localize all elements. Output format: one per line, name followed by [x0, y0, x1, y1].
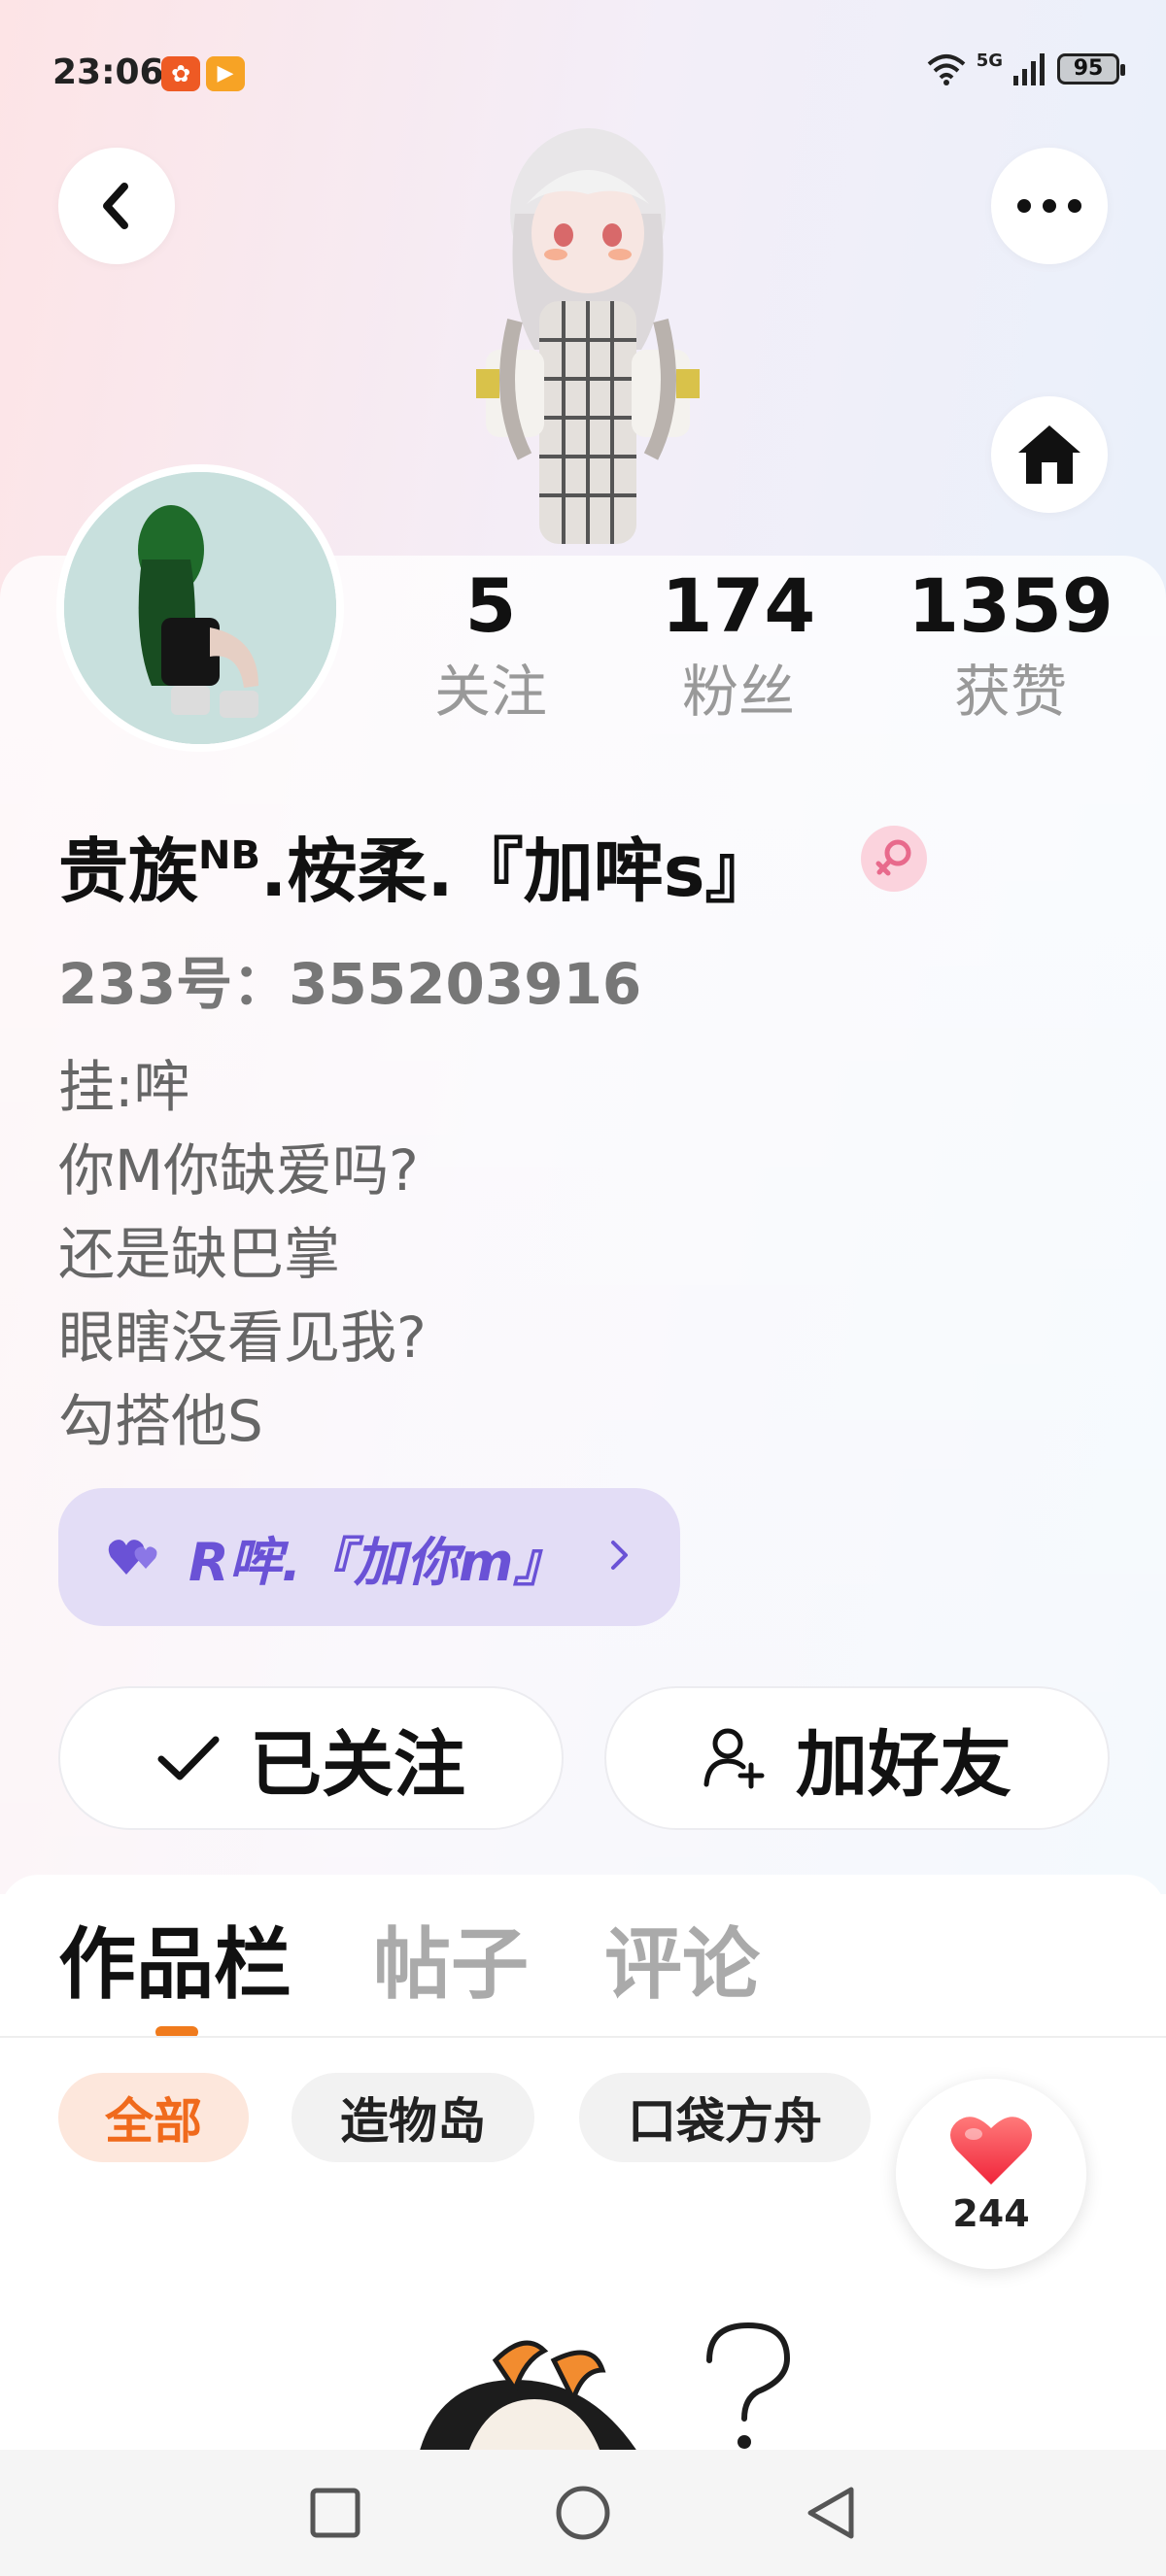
bio-line: 勾搭他S	[58, 1388, 263, 1454]
stat-followers[interactable]: 174 粉丝	[632, 561, 845, 729]
bio-line: 眼瞎没看见我?	[58, 1305, 427, 1371]
add-user-icon	[703, 1728, 765, 1789]
avatar-image	[64, 472, 336, 744]
more-dots-icon	[1017, 199, 1081, 213]
like-count: 244	[952, 2192, 1030, 2235]
stat-following-label: 关注	[433, 659, 547, 725]
tab-posts[interactable]: 帖子	[373, 1902, 529, 2015]
tabs-divider	[0, 2036, 1166, 2038]
like-button[interactable]: 244	[896, 2079, 1086, 2269]
bio-line: 挂:哰	[58, 1054, 190, 1120]
username: 贵族NB.桉柔.『加哰s』	[58, 814, 775, 916]
bio: 挂:哰 你M你缺爱吗? 还是缺巴掌 眼瞎没看见我? 勾搭他S	[58, 1045, 427, 1463]
back-triangle-icon	[807, 2487, 854, 2539]
avatar[interactable]	[56, 464, 344, 752]
chevron-left-icon	[103, 183, 128, 229]
filter-pocket-ark[interactable]: 口袋方舟	[579, 2073, 871, 2162]
tab-comments[interactable]: 评论	[604, 1902, 760, 2015]
battery-indicator: 95	[1057, 53, 1125, 85]
app-notification-icon: ✿	[161, 56, 200, 91]
heart-icon	[950, 2117, 1032, 2185]
back-button[interactable]	[58, 148, 175, 264]
add-friend-button[interactable]: 加好友	[604, 1686, 1110, 1830]
stat-likes-received[interactable]: 1359 获赞	[874, 561, 1147, 729]
check-icon	[157, 1736, 220, 1780]
video-app-icon: ▶	[206, 56, 245, 91]
more-button[interactable]	[991, 148, 1108, 264]
double-heart-icon	[108, 1540, 157, 1575]
stat-followers-label: 粉丝	[681, 659, 795, 725]
sticker-image	[418, 2322, 791, 2457]
bio-line: 还是缺巴掌	[58, 1221, 341, 1287]
stat-following[interactable]: 5 关注	[389, 561, 593, 729]
signal-icon	[1013, 53, 1045, 85]
filter-all[interactable]: 全部	[58, 2073, 249, 2162]
add-friend-button-label: 加好友	[796, 1722, 1012, 1807]
user-id: 233号：355203916	[58, 951, 642, 1017]
following-button-label: 已关注	[250, 1722, 465, 1807]
username-part2: .桉柔.『加哰s』	[259, 830, 775, 912]
wifi-icon	[927, 54, 966, 85]
status-icons: 5G 95	[926, 50, 1125, 85]
network-type: 5G	[976, 50, 1003, 71]
home-circle-icon	[556, 2486, 610, 2540]
bio-line: 你M你缺爱吗?	[58, 1137, 419, 1203]
system-navigation-bar	[0, 2450, 1166, 2576]
chevron-right-icon	[611, 1541, 628, 1570]
following-button[interactable]: 已关注	[58, 1686, 564, 1830]
recent-apps-button[interactable]	[292, 2469, 379, 2557]
stat-followers-value: 174	[661, 562, 816, 649]
home-nav-button[interactable]	[539, 2469, 627, 2557]
stat-following-value: 5	[464, 562, 517, 649]
back-nav-button[interactable]	[787, 2469, 874, 2557]
status-time: 23:06	[52, 52, 164, 92]
filter-creation-island[interactable]: 造物岛	[292, 2073, 534, 2162]
stat-likes-label: 获赞	[953, 659, 1067, 725]
relationship-tag[interactable]: R哰.『加你m』	[58, 1488, 680, 1626]
relationship-tag-label: R哰.『加你m』	[189, 1531, 566, 1593]
stat-likes-value: 1359	[908, 562, 1114, 649]
username-part1: 贵族	[58, 830, 199, 912]
home-icon	[1018, 425, 1080, 484]
female-gender-icon	[861, 826, 927, 892]
username-superscript: NB	[198, 833, 260, 878]
character-figure	[476, 128, 700, 544]
home-button[interactable]	[991, 396, 1108, 513]
tab-works[interactable]: 作品栏	[58, 1902, 292, 2015]
recent-apps-icon	[310, 2488, 360, 2538]
